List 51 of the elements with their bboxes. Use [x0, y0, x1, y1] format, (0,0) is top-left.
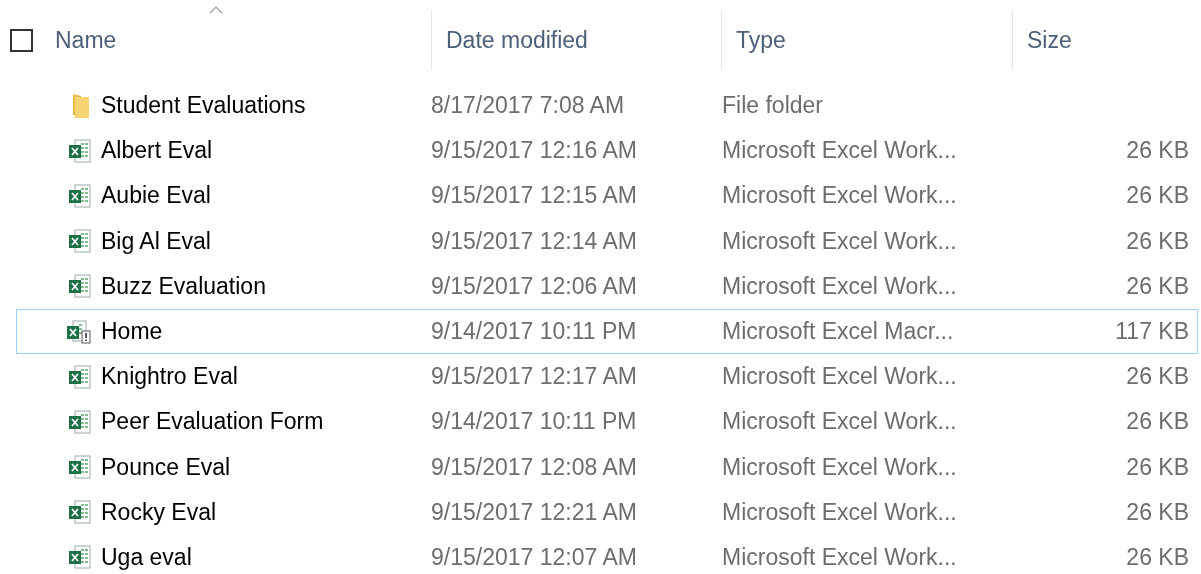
file-name[interactable]: Big Al Eval — [101, 227, 431, 255]
file-name[interactable]: Home — [101, 318, 431, 346]
date-modified: 9/14/2017 10:11 PM — [431, 318, 638, 346]
spreadsheet-icon — [69, 545, 91, 570]
file-size: 26 KB — [1125, 543, 1190, 571]
spreadsheet-icon — [69, 274, 91, 299]
date-modified: 9/15/2017 12:07 AM — [431, 543, 638, 571]
file-name[interactable]: Aubie Eval — [101, 182, 431, 210]
date-modified: 9/15/2017 12:21 AM — [431, 498, 638, 526]
file-size: 26 KB — [1125, 408, 1190, 436]
file-size: 26 KB — [1125, 227, 1190, 255]
column-header[interactable]: Name — [55, 26, 117, 54]
file-size: 26 KB — [1125, 363, 1190, 391]
date-modified: 9/15/2017 12:15 AM — [431, 182, 638, 210]
spreadsheet-icon — [69, 500, 91, 525]
file-size: 117 KB — [1114, 318, 1190, 346]
date-modified: 9/15/2017 12:16 AM — [431, 137, 638, 165]
file-name[interactable]: Rocky Eval — [101, 498, 431, 526]
date-modified: 9/15/2017 12:14 AM — [431, 227, 638, 255]
column-header[interactable]: Size — [1027, 26, 1072, 54]
date-modified: 9/15/2017 12:08 AM — [431, 453, 638, 481]
file-type: Microsoft Excel Macr... — [722, 318, 952, 346]
date-modified: 9/14/2017 10:11 PM — [431, 408, 638, 436]
column-header[interactable]: Date modified — [446, 26, 588, 54]
file-size: 26 KB — [1125, 182, 1190, 210]
column-header[interactable]: Type — [736, 26, 786, 54]
file-name[interactable]: Pounce Eval — [101, 453, 431, 481]
folder-icon — [71, 92, 91, 119]
checkbox[interactable] — [10, 28, 33, 52]
file-name[interactable]: Student Evaluations — [101, 92, 431, 120]
file-name[interactable]: Buzz Evaluation — [101, 272, 431, 300]
focused-row[interactable]: Home 9/14/2017 10:11 PM Microsoft Excel Macr... 117 KB — [16, 308, 1198, 355]
file-name[interactable]: Knightro Eval — [101, 363, 431, 391]
macro-spreadsheet-icon — [67, 319, 91, 344]
date-modified: 9/15/2017 12:17 AM — [431, 363, 638, 391]
spreadsheet-icon — [69, 183, 91, 208]
spreadsheet-icon — [69, 138, 91, 163]
file-name[interactable]: Peer Evaluation Form — [101, 408, 431, 436]
file-size: 26 KB — [1125, 137, 1190, 165]
date-modified: 8/17/2017 7:08 AM — [431, 92, 626, 120]
spreadsheet-icon — [69, 455, 91, 480]
spreadsheet-icon — [69, 364, 91, 389]
spreadsheet-icon — [69, 409, 91, 434]
date-modified: 9/15/2017 12:06 AM — [431, 272, 638, 300]
file-name[interactable]: Uga eval — [101, 543, 431, 571]
file-size: 26 KB — [1125, 498, 1190, 526]
file-size: 26 KB — [1125, 272, 1190, 300]
spreadsheet-icon — [69, 229, 91, 254]
file-name[interactable]: Albert Eval — [101, 137, 431, 165]
file-type: File folder — [722, 92, 824, 120]
file-size: 26 KB — [1125, 453, 1190, 481]
